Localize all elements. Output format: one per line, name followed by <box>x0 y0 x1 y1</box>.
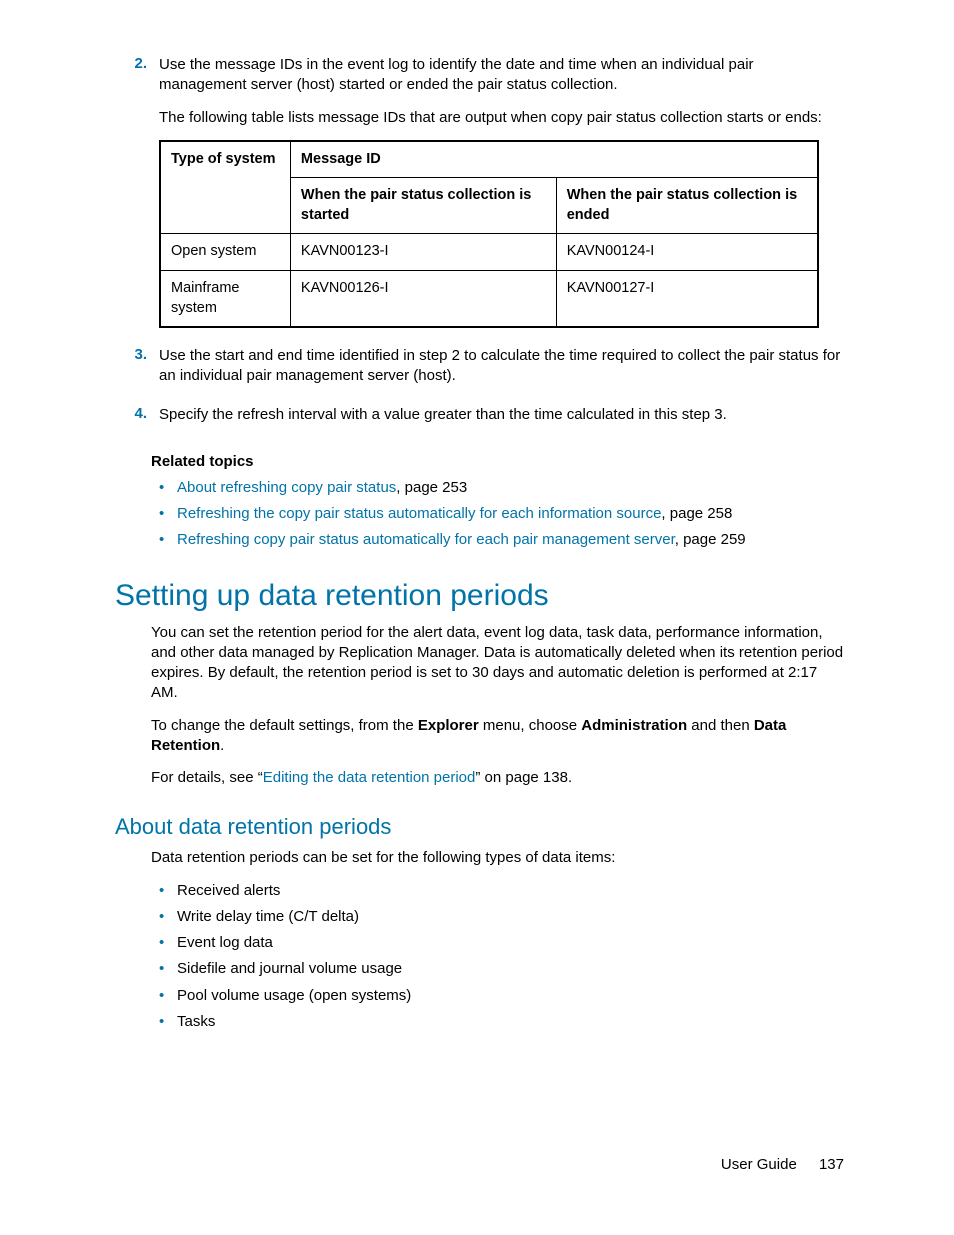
table-header-row-1: Type of system Message ID <box>160 141 818 178</box>
step-body: Use the start and end time identified in… <box>159 346 844 399</box>
col-header-msgid: Message ID <box>290 141 818 178</box>
about-para: Data retention periods can be set for th… <box>151 848 844 868</box>
list-item: Pool volume usage (open systems) <box>151 986 844 1006</box>
step-2: 2. Use the message IDs in the event log … <box>115 55 844 340</box>
menu-administration: Administration <box>581 717 687 734</box>
document-page: 2. Use the message IDs in the event log … <box>0 0 954 1032</box>
related-link[interactable]: Refreshing the copy pair status automati… <box>177 505 661 522</box>
text-fragment: . <box>220 737 224 754</box>
step-4: 4. Specify the refresh interval with a v… <box>115 405 844 437</box>
cell-end: KAVN00124-I <box>556 234 818 271</box>
menu-explorer: Explorer <box>418 717 479 734</box>
related-suffix: , page 253 <box>396 479 467 496</box>
text-fragment: menu, choose <box>479 717 582 734</box>
list-item: Refreshing copy pair status automaticall… <box>151 530 844 550</box>
related-topics-heading: Related topics <box>151 453 844 470</box>
list-item: About refreshing copy pair status, page … <box>151 478 844 498</box>
cell-start: KAVN00123-I <box>290 234 556 271</box>
related-link[interactable]: Refreshing copy pair status automaticall… <box>177 531 675 548</box>
cell-end: KAVN00127-I <box>556 271 818 328</box>
cell-start: KAVN00126-I <box>290 271 556 328</box>
list-item: Received alerts <box>151 881 844 901</box>
intro-para-2: To change the default settings, from the… <box>151 716 844 757</box>
intro-para-3: For details, see “Editing the data reten… <box>151 768 844 788</box>
text-fragment: ” on page 138. <box>475 769 572 786</box>
table-row: Mainframe system KAVN00126-I KAVN00127-I <box>160 271 818 328</box>
list-item: Write delay time (C/T delta) <box>151 907 844 927</box>
table-row: Open system KAVN00123-I KAVN00124-I <box>160 234 818 271</box>
step-number: 4. <box>115 405 159 437</box>
col-header-ended: When the pair status collec­tion is ende… <box>556 178 818 234</box>
list-item: Tasks <box>151 1012 844 1032</box>
related-suffix: , page 258 <box>661 505 732 522</box>
link-editing-data-retention[interactable]: Editing the data retention period <box>263 769 476 786</box>
numbered-steps: 2. Use the message IDs in the event log … <box>115 55 844 437</box>
heading-about-data-retention: About data retention periods <box>115 814 844 840</box>
step-3: 3. Use the start and end time identified… <box>115 346 844 399</box>
list-item: Sidefile and journal volume usage <box>151 959 844 979</box>
col-header-type: Type of system <box>160 141 290 234</box>
data-items-list: Received alerts Write delay time (C/T de… <box>151 881 844 1033</box>
step-body: Specify the refresh interval with a valu… <box>159 405 844 437</box>
list-item: Event log data <box>151 933 844 953</box>
step-3-text: Use the start and end time identified in… <box>159 346 844 387</box>
step-2-para-2: The following table lists message IDs th… <box>159 108 844 128</box>
text-fragment: To change the default settings, from the <box>151 717 418 734</box>
related-suffix: , page 259 <box>675 531 746 548</box>
heading-setting-up-data-retention: Setting up data retention periods <box>115 579 844 613</box>
text-fragment: For details, see “ <box>151 769 263 786</box>
step-number: 2. <box>115 55 159 340</box>
step-2-para-1: Use the message IDs in the event log to … <box>159 55 844 96</box>
step-4-text: Specify the refresh interval with a valu… <box>159 405 844 425</box>
page-footer: User Guide 137 <box>721 1156 844 1173</box>
list-item: Refreshing the copy pair status automati… <box>151 504 844 524</box>
col-header-started: When the pair status collection is start… <box>290 178 556 234</box>
related-link[interactable]: About refreshing copy pair status <box>177 479 396 496</box>
cell-type: Mainframe system <box>160 271 290 328</box>
step-body: Use the message IDs in the event log to … <box>159 55 844 340</box>
text-fragment: and then <box>687 717 754 734</box>
footer-label: User Guide <box>721 1156 797 1173</box>
related-topics-list: About refreshing copy pair status, page … <box>151 478 844 551</box>
message-id-table: Type of system Message ID When the pair … <box>159 140 819 328</box>
page-number: 137 <box>819 1156 844 1173</box>
step-number: 3. <box>115 346 159 399</box>
intro-para-1: You can set the retention period for the… <box>151 623 844 704</box>
cell-type: Open system <box>160 234 290 271</box>
